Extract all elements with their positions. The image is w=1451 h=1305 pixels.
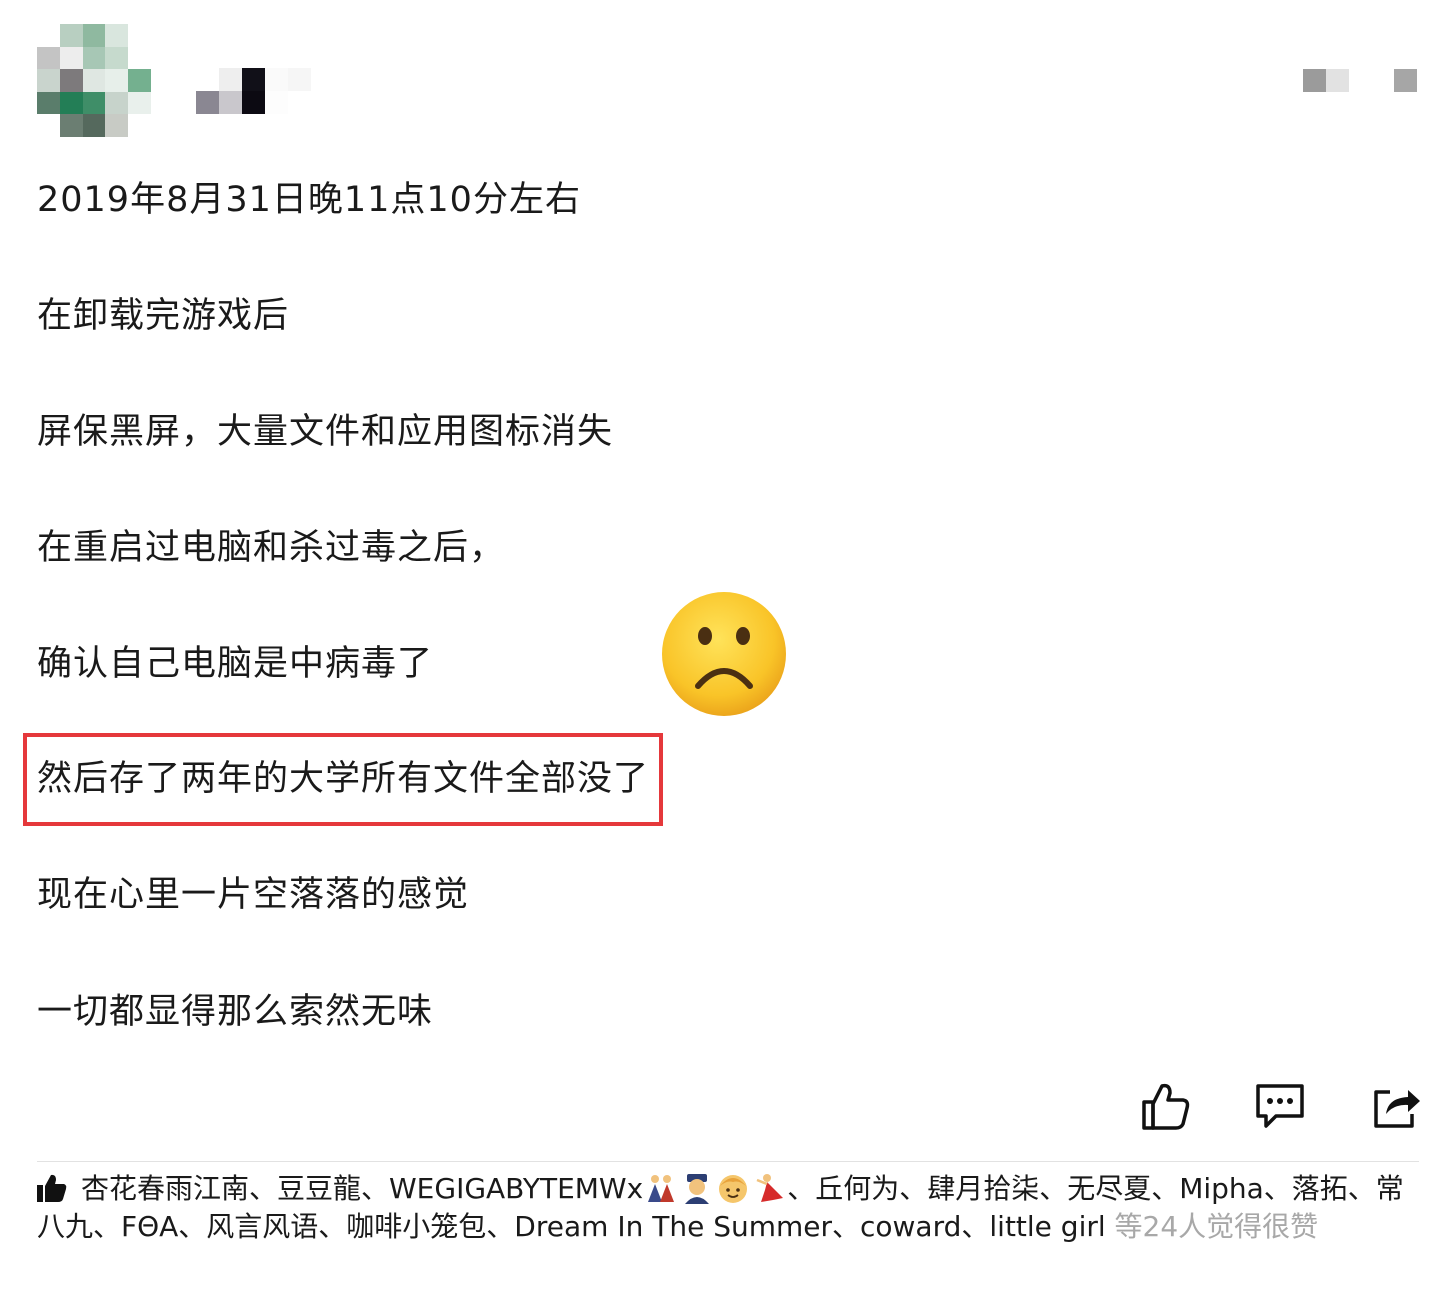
- comment-icon[interactable]: [1254, 1080, 1306, 1132]
- post-line-3: 屏保黑屏，大量文件和应用图标消失: [37, 412, 614, 452]
- likes-summary[interactable]: 等24人觉得很赞: [1106, 1210, 1319, 1243]
- post-line-1: 2019年8月31日晚11点10分左右: [37, 180, 581, 220]
- like-thumb-icon: [37, 1174, 67, 1202]
- avatar[interactable]: [37, 24, 151, 137]
- red-highlight-box: [23, 733, 663, 826]
- post-line-2: 在卸载完游戏后: [37, 296, 290, 336]
- post-line-8: 一切都显得那么索然无味: [37, 992, 434, 1032]
- post-line-5: 确认自己电脑是中病毒了: [37, 644, 434, 684]
- divider: [37, 1161, 1419, 1162]
- dancer-emoji-icon: [756, 1174, 784, 1202]
- likers-names-part1[interactable]: 杏花春雨江南、豆豆龍、WEGIGABYTEMWx: [81, 1172, 643, 1205]
- boy-face-emoji-icon: [719, 1175, 748, 1203]
- more-options-icon[interactable]: [1303, 69, 1417, 92]
- post-line-7: 现在心里一片空落落的感觉: [37, 875, 470, 915]
- couple-emoji-icon: [648, 1175, 675, 1202]
- username[interactable]: [196, 68, 311, 114]
- thumbs-up-icon[interactable]: [1140, 1080, 1192, 1132]
- police-officer-emoji-icon: [685, 1174, 710, 1204]
- post-line-4: 在重启过电脑和杀过毒之后，: [37, 528, 506, 568]
- sad-face-emoji: [662, 592, 786, 716]
- likes-list: 杏花春雨江南、豆豆龍、WEGIGABYTEMWx 、丘何为、肆月拾柒、无尽夏、M…: [37, 1170, 1419, 1246]
- share-icon[interactable]: [1370, 1080, 1422, 1132]
